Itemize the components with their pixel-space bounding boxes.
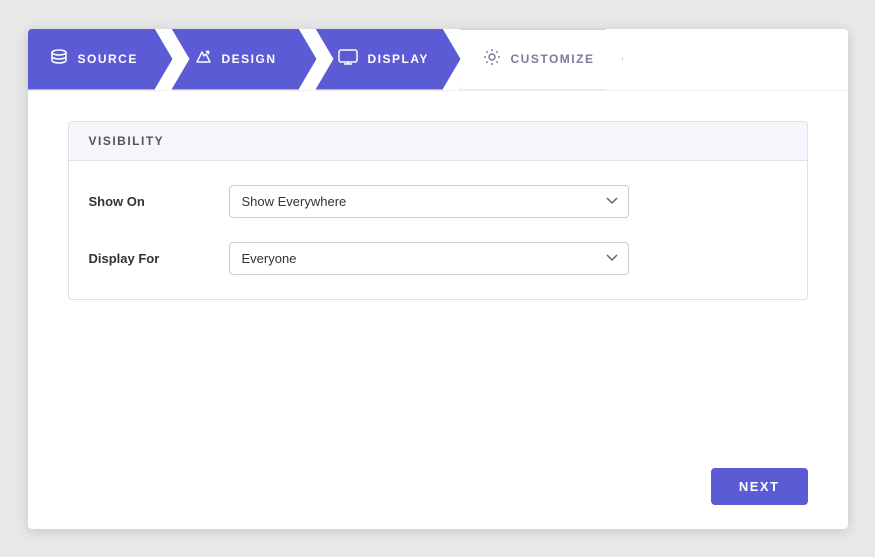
display-for-label: Display For [89, 251, 229, 266]
visibility-section: VISIBILITY Show On Show Everywhere Show … [68, 121, 808, 300]
show-on-label: Show On [89, 194, 229, 209]
display-for-row: Display For Everyone Logged In Users Gue… [89, 242, 787, 275]
display-icon [338, 49, 358, 70]
show-on-select[interactable]: Show Everywhere Show on Desktop Only Sho… [229, 185, 629, 218]
step-source-label: SOURCE [78, 52, 138, 66]
show-on-row: Show On Show Everywhere Show on Desktop … [89, 185, 787, 218]
step-display[interactable]: DISPLAY [316, 29, 461, 90]
step-source[interactable]: SOURCE [28, 29, 173, 90]
step-design-label: DESIGN [222, 52, 277, 66]
modal-container: SOURCE DESIGN DISPLAY [28, 29, 848, 529]
visibility-title: VISIBILITY [89, 134, 165, 148]
source-icon [50, 49, 68, 70]
footer: NEXT [28, 452, 848, 529]
visibility-section-body: Show On Show Everywhere Show on Desktop … [69, 161, 807, 299]
step-display-label: DISPLAY [368, 52, 429, 66]
next-button[interactable]: NEXT [711, 468, 808, 505]
step-design[interactable]: DESIGN [172, 29, 317, 90]
customize-icon [483, 48, 501, 71]
design-icon [194, 49, 212, 70]
content-area: VISIBILITY Show On Show Everywhere Show … [28, 91, 848, 452]
visibility-section-header: VISIBILITY [69, 122, 807, 161]
display-for-select[interactable]: Everyone Logged In Users Guests Only [229, 242, 629, 275]
step-customize-label: CUSTOMIZE [511, 52, 595, 66]
step-customize[interactable]: CUSTOMIZE [460, 29, 624, 90]
wizard-steps: SOURCE DESIGN DISPLAY [28, 29, 848, 91]
